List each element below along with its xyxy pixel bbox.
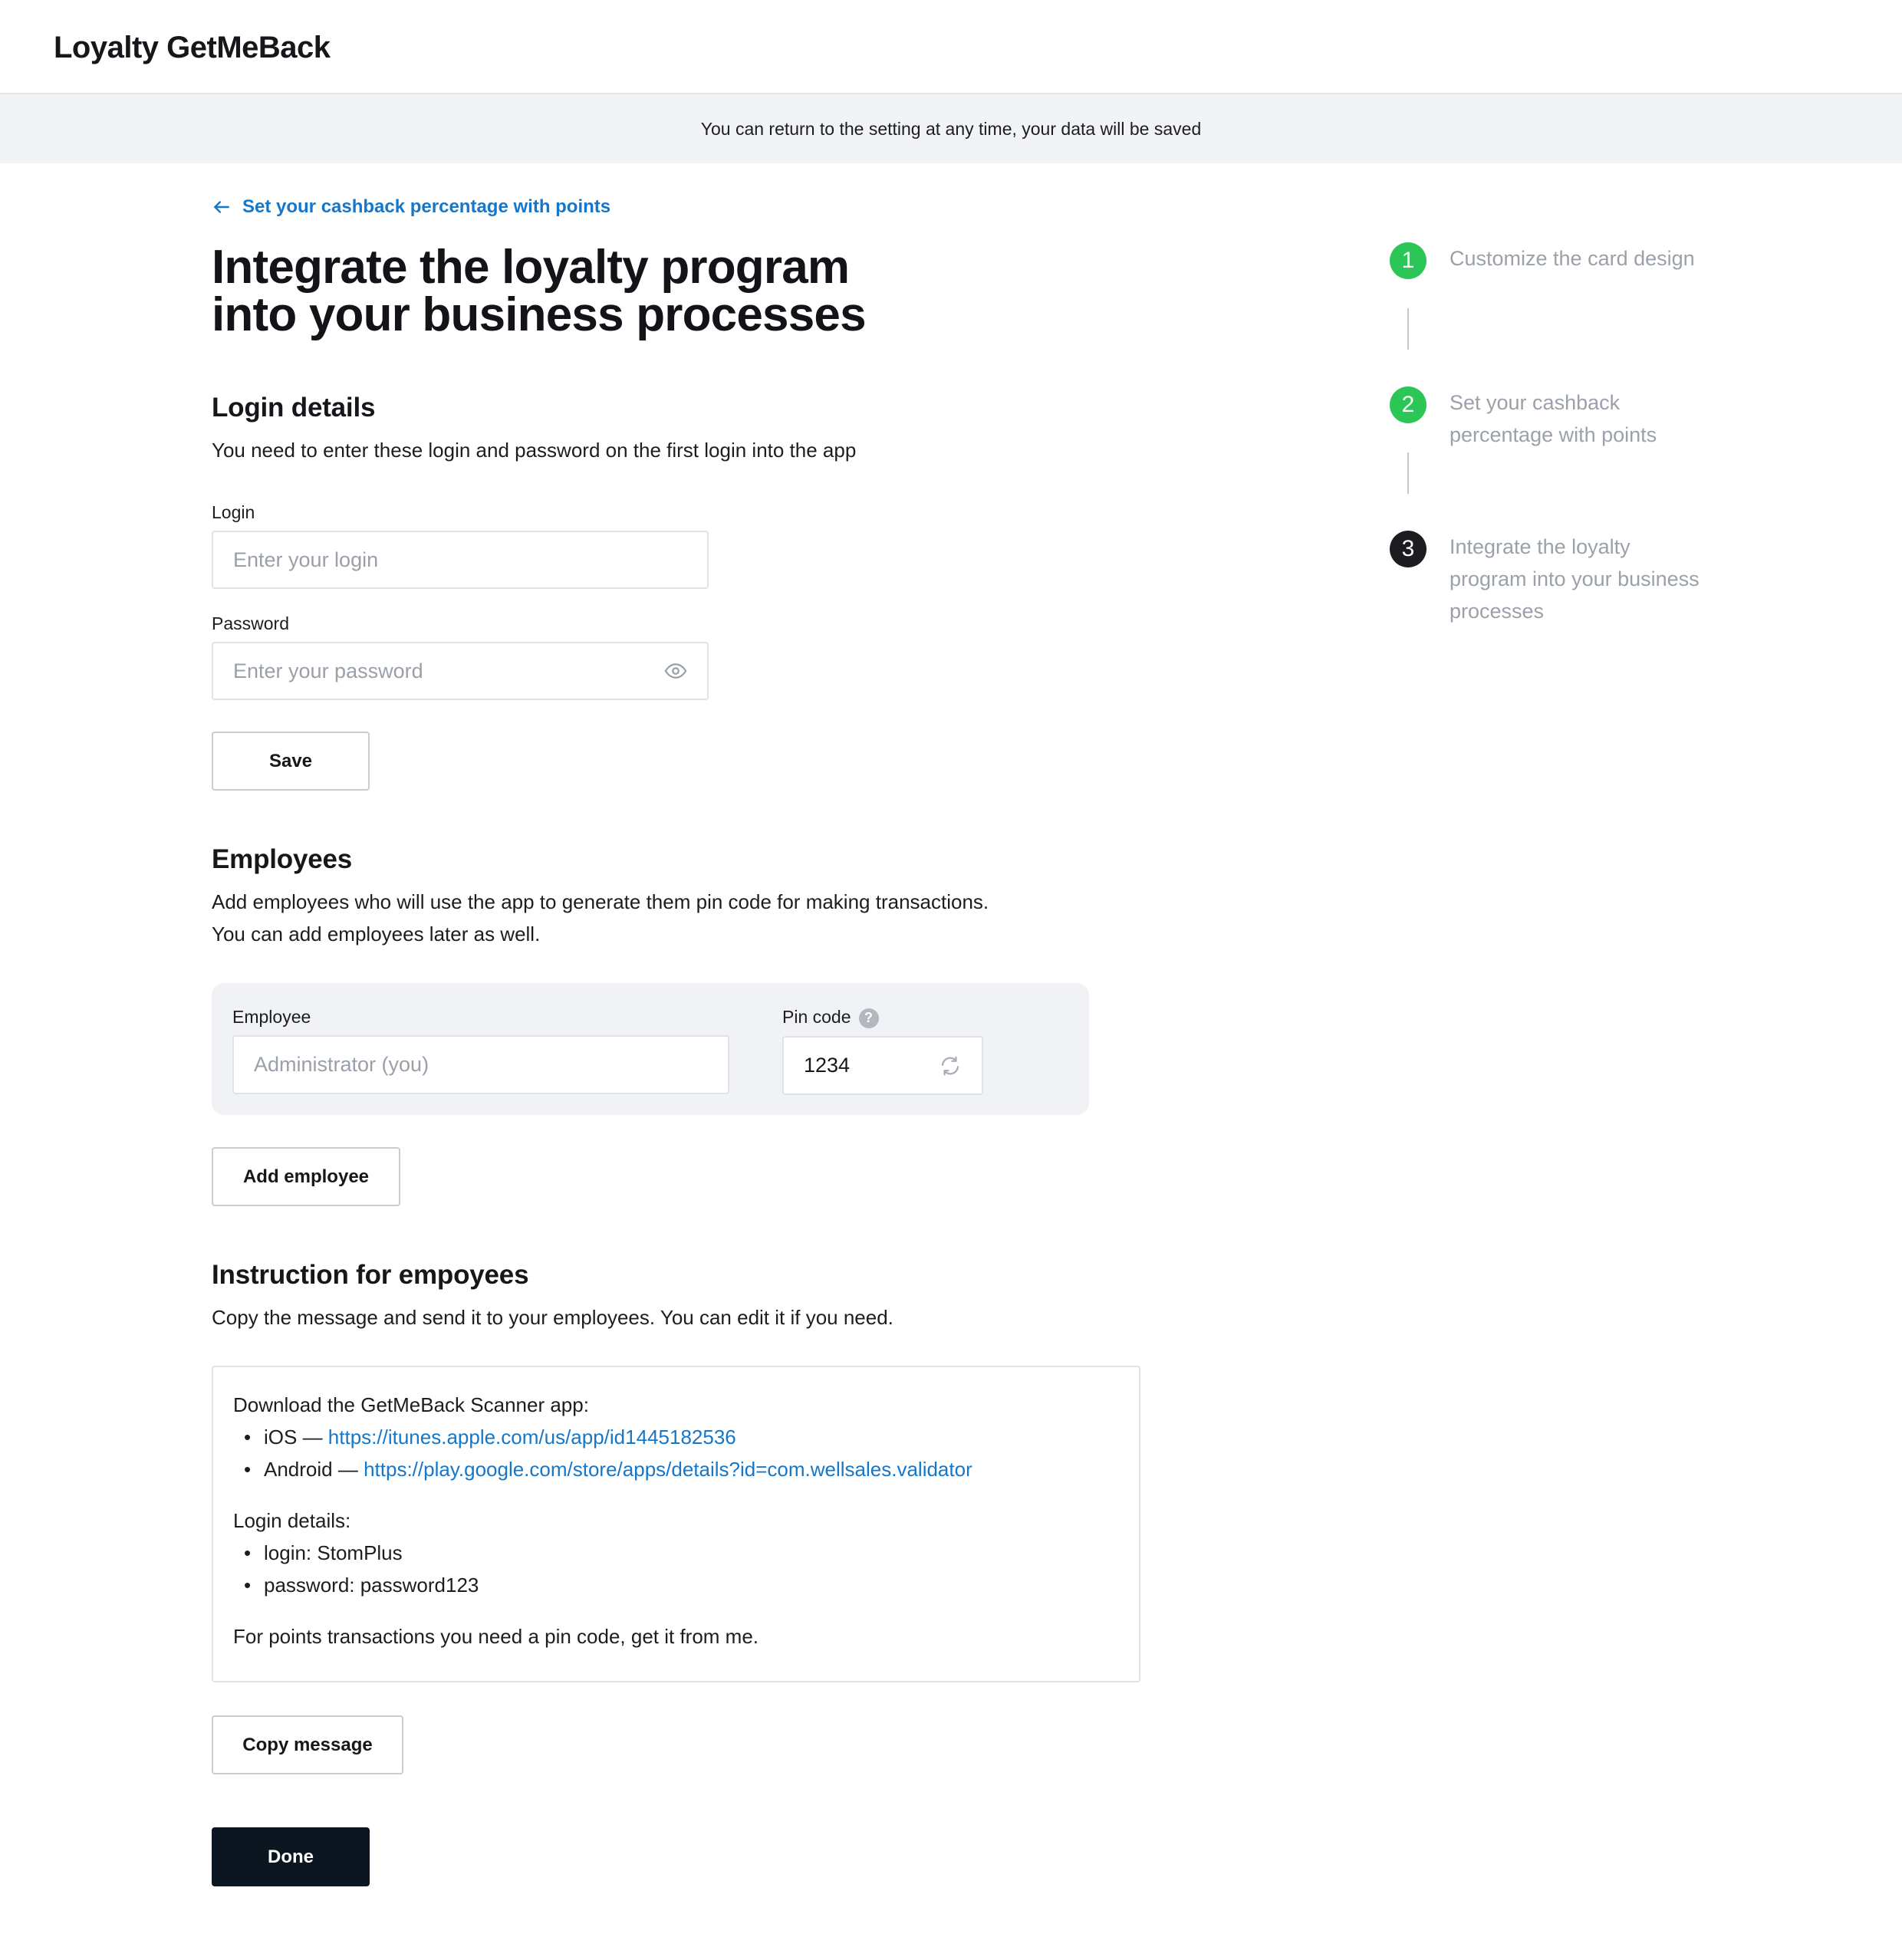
list-item: Android — https://play.google.com/store/… (233, 1453, 1119, 1485)
add-employee-button[interactable]: Add employee (212, 1147, 400, 1206)
login-label: Login (212, 502, 255, 522)
refresh-icon[interactable] (939, 1054, 962, 1077)
top-bar: Loyalty GetMeBack (0, 0, 1902, 94)
step-number: 1 (1390, 242, 1426, 279)
password-label: Password (212, 613, 289, 633)
android-prefix: Android — (264, 1458, 364, 1481)
back-link[interactable]: Set your cashback percentage with points (212, 196, 610, 218)
ios-prefix: iOS — (264, 1426, 328, 1449)
message-footer: For points transactions you need a pin c… (233, 1625, 759, 1648)
app-links-list: iOS — https://itunes.apple.com/us/app/id… (233, 1421, 1119, 1485)
login-input[interactable]: Enter your login (212, 531, 709, 589)
arrow-left-icon (214, 201, 229, 213)
copy-message-button[interactable]: Copy message (212, 1715, 403, 1774)
list-item: iOS — https://itunes.apple.com/us/app/id… (233, 1421, 1119, 1453)
list-item: login: StomPlus (233, 1537, 1119, 1569)
message-download: Download the GetMeBack Scanner app: (233, 1393, 589, 1416)
password-input[interactable]: Enter your password (212, 642, 709, 700)
android-link[interactable]: https://play.google.com/store/apps/detai… (364, 1458, 972, 1481)
step-number: 3 (1390, 531, 1426, 567)
login-description: You need to enter these login and passwo… (212, 439, 857, 462)
step-number: 2 (1390, 386, 1426, 423)
step-label: Set your cashback percentage with points (1450, 391, 1657, 446)
employee-placeholder: Administrator (you) (254, 1053, 429, 1076)
instruction-heading: Instruction for empoyees (212, 1260, 529, 1290)
instruction-message[interactable]: Download the GetMeBack Scanner app: iOS … (212, 1366, 1140, 1682)
login-placeholder: Enter your login (233, 548, 379, 571)
employees-heading: Employees (212, 844, 353, 874)
employees-description-line1: Add employees who will use the app to ge… (212, 890, 989, 913)
back-link-label: Set your cashback percentage with points (242, 196, 611, 217)
ios-link[interactable]: https://itunes.apple.com/us/app/id144518… (328, 1426, 736, 1449)
pin-code-label-text: Pin code (782, 1007, 851, 1027)
pin-code-label: Pin code? (782, 1007, 879, 1028)
step-connector (1407, 452, 1409, 494)
step-label: Customize the card design (1450, 247, 1695, 270)
page-title-line1: Integrate the loyalty program (212, 241, 850, 294)
employee-label: Employee (232, 1007, 311, 1027)
step-connector (1407, 308, 1409, 350)
step-label: Integrate the loyalty program into your … (1450, 535, 1700, 623)
save-button[interactable]: Save (212, 732, 370, 791)
pin-code-value: 1234 (804, 1054, 851, 1077)
app-logo[interactable]: Loyalty GetMeBack (54, 31, 331, 65)
list-item: password: password123 (233, 1569, 1119, 1601)
message-login-details: Login details: (233, 1509, 351, 1532)
credentials-list: login: StomPlus password: password123 (233, 1537, 1119, 1601)
pin-code-input[interactable]: 1234 (782, 1036, 983, 1095)
employee-name-input[interactable]: Administrator (you) (232, 1035, 729, 1094)
done-button[interactable]: Done (212, 1827, 370, 1886)
question-icon[interactable]: ? (858, 1008, 879, 1028)
employees-description-line2: You can add employees later as well. (212, 922, 541, 945)
page-title: Integrate the loyalty program into your … (212, 244, 979, 339)
page-title-line2: into your business processes (212, 288, 867, 341)
autosave-notice: You can return to the setting at any tim… (0, 94, 1902, 163)
instruction-description: Copy the message and send it to your emp… (212, 1306, 893, 1329)
eye-icon[interactable] (664, 659, 687, 682)
login-heading: Login details (212, 393, 376, 423)
password-placeholder: Enter your password (233, 659, 423, 682)
